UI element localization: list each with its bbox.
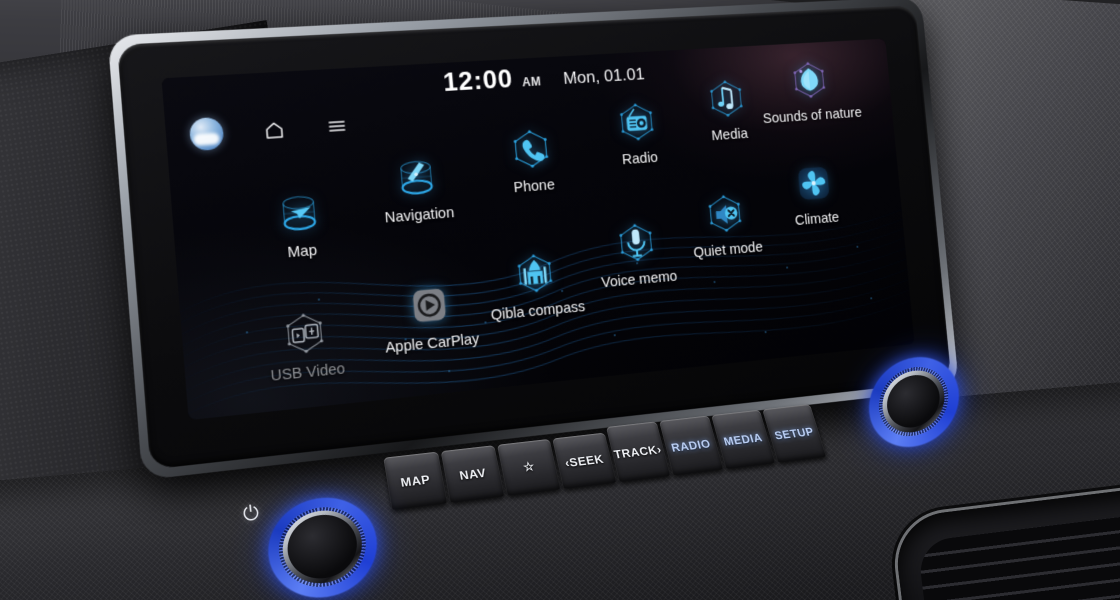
app-tile-sounds-of-nature[interactable]: Sounds of nature bbox=[757, 55, 863, 127]
clock-ampm: AM bbox=[521, 74, 542, 90]
clock-date: Mon, 01.01 bbox=[562, 64, 646, 88]
clock: 12:00 AM Mon, 01.01 bbox=[442, 56, 646, 98]
app-tile-map[interactable]: Map bbox=[238, 185, 361, 266]
app-tile-label: Phone bbox=[513, 177, 556, 197]
phone-handset-icon bbox=[474, 122, 588, 177]
app-tile-label: Quiet mode bbox=[692, 239, 764, 262]
app-tile-label: Navigation bbox=[384, 204, 455, 227]
app-tile-label: Apple CarPlay bbox=[384, 331, 480, 357]
app-tile-usb-video[interactable]: USB Video bbox=[243, 304, 367, 388]
power-symbol-icon: ⏻ bbox=[241, 502, 261, 526]
app-tile-climate[interactable]: Climate bbox=[761, 158, 868, 232]
hard-key-nav[interactable]: NAV bbox=[440, 445, 505, 503]
leaf-icon bbox=[757, 55, 861, 107]
hard-key-seek[interactable]: ‹SEEK bbox=[552, 432, 617, 489]
map-cursor-icon bbox=[238, 185, 360, 244]
fan-blades-icon bbox=[761, 158, 866, 212]
app-tile-label: Radio bbox=[621, 149, 659, 169]
hard-key-map[interactable]: MAP bbox=[383, 451, 448, 510]
carplay-icon bbox=[370, 277, 488, 336]
app-tile-label: Qibla compass bbox=[490, 298, 586, 324]
volume-power-knob[interactable] bbox=[265, 490, 384, 600]
usb-icon bbox=[243, 304, 365, 365]
compass-icon bbox=[357, 150, 475, 207]
clock-time: 12:00 bbox=[441, 63, 515, 98]
hard-key-[interactable]: ☆ bbox=[497, 438, 562, 496]
car-infotainment-scene: 12:00 AM Mon, 01.01 Map Navigation Phone… bbox=[0, 0, 1120, 600]
app-tile-label: Climate bbox=[794, 210, 840, 229]
mute-speaker-icon bbox=[671, 187, 779, 242]
app-tile-label: Map bbox=[286, 242, 318, 262]
app-tile-label: Voice memo bbox=[600, 268, 678, 292]
mosque-icon bbox=[478, 246, 592, 304]
app-tile-label: Media bbox=[710, 126, 749, 145]
app-tile-apple-carplay[interactable]: Apple CarPlay bbox=[370, 277, 490, 359]
app-tile-navigation[interactable]: Navigation bbox=[357, 150, 476, 229]
app-tile-phone[interactable]: Phone bbox=[474, 122, 589, 199]
tune-select-knob[interactable] bbox=[865, 347, 965, 456]
app-tile-qibla-compass[interactable]: Qibla compass bbox=[478, 246, 594, 326]
app-tile-label: Sounds of nature bbox=[762, 105, 863, 128]
